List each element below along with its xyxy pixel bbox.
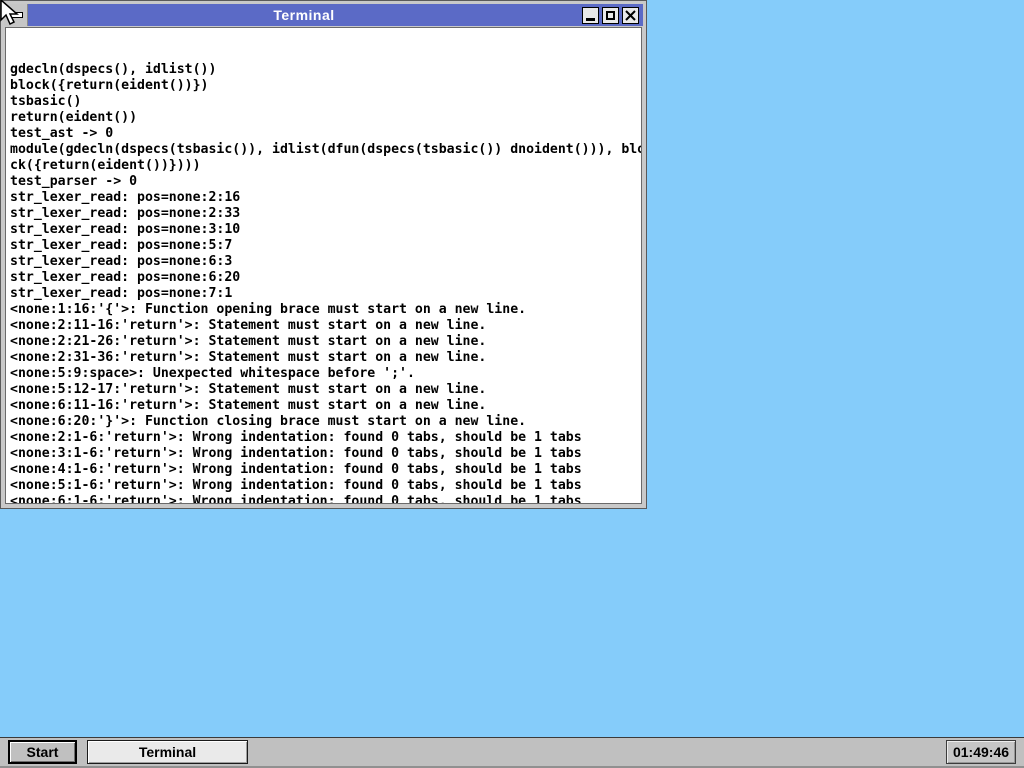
terminal-line: str_lexer_read: pos=none:7:1	[10, 286, 641, 302]
start-button[interactable]: Start	[8, 740, 77, 764]
terminal-line: <none:3:1-6:'return'>: Wrong indentation…	[10, 446, 641, 462]
desktop: { "window": { "title": "Terminal", "titl…	[0, 0, 1024, 768]
terminal-line: str_lexer_read: pos=none:3:10	[10, 222, 641, 238]
close-icon	[625, 10, 636, 21]
terminal-line: <none:2:21-26:'return'>: Statement must …	[10, 334, 641, 350]
terminal-line: tsbasic()	[10, 94, 641, 110]
minimize-button[interactable]	[582, 7, 599, 24]
terminal-line: gdecln(dspecs(), idlist())	[10, 62, 641, 78]
titlebar-drag-area[interactable]: Terminal	[28, 4, 580, 26]
maximize-icon	[606, 11, 615, 20]
terminal-line: str_lexer_read: pos=none:5:7	[10, 238, 641, 254]
terminal-output[interactable]: gdecln(dspecs(), idlist())block({return(…	[5, 27, 642, 504]
maximize-button[interactable]	[602, 7, 619, 24]
terminal-line: <none:2:31-36:'return'>: Statement must …	[10, 350, 641, 366]
terminal-window: Terminal gdecln(dspecs(), idlist())block…	[0, 0, 647, 509]
terminal-lines: gdecln(dspecs(), idlist())block({return(…	[10, 62, 641, 504]
close-button[interactable]	[622, 7, 639, 24]
terminal-line: return(eident())	[10, 110, 641, 126]
terminal-line: module(gdecln(dspecs(tsbasic()), idlist(…	[10, 142, 641, 158]
window-controls	[580, 4, 643, 26]
titlebar: Terminal	[4, 4, 643, 26]
taskbar-clock: 01:49:46	[946, 740, 1016, 764]
terminal-line: <none:5:9:space>: Unexpected whitespace …	[10, 366, 641, 382]
terminal-line: <none:2:11-16:'return'>: Statement must …	[10, 318, 641, 334]
terminal-line: <none:5:12-17:'return'>: Statement must …	[10, 382, 641, 398]
terminal-line: str_lexer_read: pos=none:6:20	[10, 270, 641, 286]
window-menu-button[interactable]	[4, 4, 28, 26]
terminal-line: test_parser -> 0	[10, 174, 641, 190]
minimize-icon	[586, 18, 595, 21]
task-button-terminal[interactable]: Terminal	[87, 740, 248, 764]
terminal-line: ck({return(eident())})))	[10, 158, 641, 174]
taskbar: Start Terminal 01:49:46	[0, 737, 1024, 768]
terminal-line: <none:2:1-6:'return'>: Wrong indentation…	[10, 430, 641, 446]
terminal-line: <none:6:1-6:'return'>: Wrong indentation…	[10, 494, 641, 504]
terminal-line: <none:6:20:'}'>: Function closing brace …	[10, 414, 641, 430]
terminal-line: <none:6:11-16:'return'>: Statement must …	[10, 398, 641, 414]
terminal-line: <none:1:16:'{'>: Function opening brace …	[10, 302, 641, 318]
terminal-line: str_lexer_read: pos=none:2:16	[10, 190, 641, 206]
window-title: Terminal	[273, 7, 334, 23]
terminal-line: str_lexer_read: pos=none:2:33	[10, 206, 641, 222]
window-menu-dash-icon	[8, 12, 23, 18]
terminal-line: str_lexer_read: pos=none:6:3	[10, 254, 641, 270]
terminal-line: <none:5:1-6:'return'>: Wrong indentation…	[10, 478, 641, 494]
terminal-line: block({return(eident())})	[10, 78, 641, 94]
terminal-line: test_ast -> 0	[10, 126, 641, 142]
terminal-line: <none:4:1-6:'return'>: Wrong indentation…	[10, 462, 641, 478]
